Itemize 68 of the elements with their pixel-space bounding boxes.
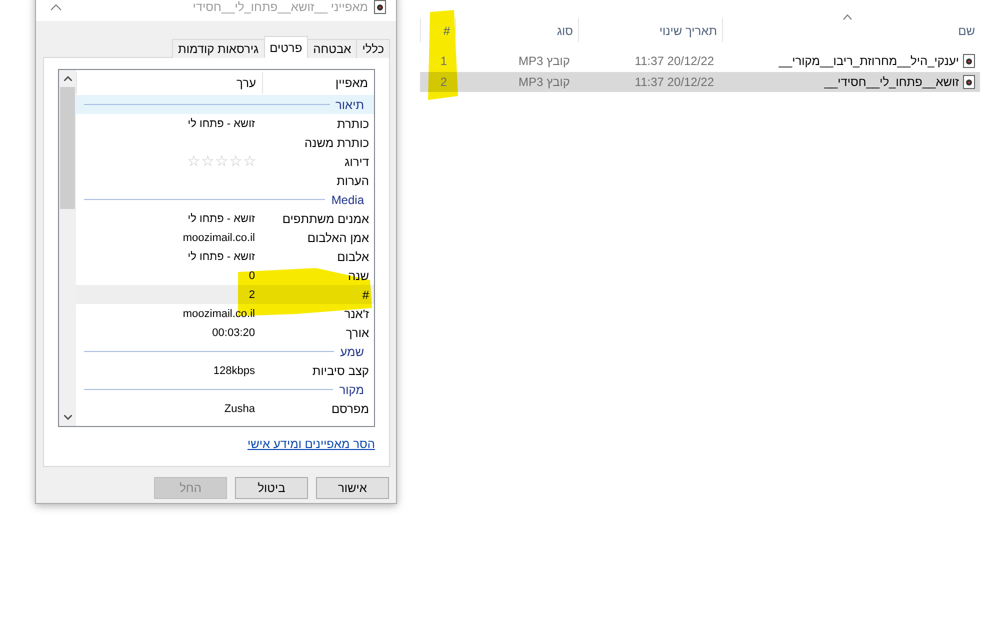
tab[interactable]: אבטחה xyxy=(307,39,358,58)
scroll-thumb[interactable] xyxy=(60,87,75,209)
group-header[interactable]: מקור xyxy=(76,380,374,399)
group-label: שמע xyxy=(340,344,364,358)
property-value: Zusha xyxy=(223,402,256,414)
property-name: קצב סיביות xyxy=(311,364,370,378)
property-row[interactable]: הערות xyxy=(76,171,374,190)
track-number: 1 xyxy=(439,54,448,68)
modified-date: 20/12/22 11:37 xyxy=(634,54,715,68)
column-header[interactable]: שם xyxy=(722,18,980,42)
property-value: זושא - פתחו לי xyxy=(186,118,256,130)
property-row[interactable]: אלבום זושא - פתחו לי xyxy=(76,247,374,266)
modified-date: 20/12/22 11:37 xyxy=(634,75,715,89)
audio-file-icon xyxy=(963,54,975,68)
property-value: 00:03:20 xyxy=(211,326,256,338)
group-label: תיאור xyxy=(336,98,364,112)
property-name: # xyxy=(361,288,370,302)
dialog-button[interactable]: ביטול xyxy=(235,477,308,499)
star-icon: ☆ xyxy=(201,154,214,169)
property-value: moozimail.co.il xyxy=(182,232,256,244)
property-row[interactable]: כותרת זושא - פתחו לי xyxy=(76,114,374,133)
remove-properties-link[interactable]: הסר מאפיינים ומידע אישי xyxy=(247,437,375,451)
group-header[interactable]: שמע xyxy=(76,342,374,361)
column-header[interactable]: # xyxy=(420,18,455,42)
property-name: הערות xyxy=(336,174,370,188)
property-value: זושא - פתחו לי xyxy=(186,250,256,262)
file-type: קובץ MP3 xyxy=(518,75,571,89)
tab[interactable]: כללי xyxy=(356,39,390,58)
window-title: מאפייני __זושא__פתחו_לי__חסידי xyxy=(192,0,368,14)
sort-caret-icon xyxy=(843,14,852,20)
dialog-button[interactable]: אישור xyxy=(316,477,389,499)
group-header[interactable]: Media xyxy=(76,190,374,209)
group-header[interactable]: תיאור xyxy=(76,95,374,114)
tab[interactable]: פרטים xyxy=(264,36,308,58)
property-name: אמנים משתתפים xyxy=(281,212,370,226)
group-label: מקור xyxy=(339,382,364,396)
property-name: דירוג xyxy=(344,154,370,168)
property-name: אלבום xyxy=(336,250,370,264)
group-label: Media xyxy=(331,192,364,206)
column-header[interactable]: מאפיין xyxy=(262,72,374,94)
column-header[interactable]: סוג xyxy=(455,18,578,42)
property-row[interactable]: דירוג ☆ ☆ ☆ ☆ ☆ xyxy=(76,152,374,171)
file-name: זושא__פתחו_לי__חסידי__ xyxy=(722,75,980,89)
audio-file-icon xyxy=(963,75,975,89)
close-icon xyxy=(50,3,62,11)
star-icon: ☆ xyxy=(243,154,256,169)
property-value: 0 xyxy=(248,270,256,282)
property-value: 128kbps xyxy=(212,364,256,376)
property-name: אורך xyxy=(344,326,370,340)
property-name: מפרסם xyxy=(330,402,370,416)
property-row[interactable]: # 2 xyxy=(76,285,374,304)
star-icon: ☆ xyxy=(187,154,200,169)
property-name: כותרת משנה xyxy=(303,136,370,150)
property-value: 2 xyxy=(248,288,256,300)
property-name: אמן האלבום xyxy=(306,230,370,244)
file-name: יענקי_היל__מחרוזת_ריבו__מקורי__ xyxy=(722,54,980,68)
property-name: ז'אנר xyxy=(343,306,370,320)
star-icon: ☆ xyxy=(229,154,242,169)
property-value: זושא - פתחו לי xyxy=(186,212,256,224)
scrollbar[interactable] xyxy=(59,70,76,426)
file-type: קובץ MP3 xyxy=(518,54,571,68)
column-header[interactable]: תאריך שינוי xyxy=(578,18,722,42)
property-name: כותרת xyxy=(336,116,370,130)
property-row[interactable]: אמנים משתתפים זושא - פתחו לי xyxy=(76,209,374,228)
track-number: 2 xyxy=(439,75,448,89)
tab[interactable]: גירסאות קודמות xyxy=(172,39,265,58)
property-row[interactable]: כותרת משנה xyxy=(76,133,374,152)
star-icon: ☆ xyxy=(215,154,228,169)
